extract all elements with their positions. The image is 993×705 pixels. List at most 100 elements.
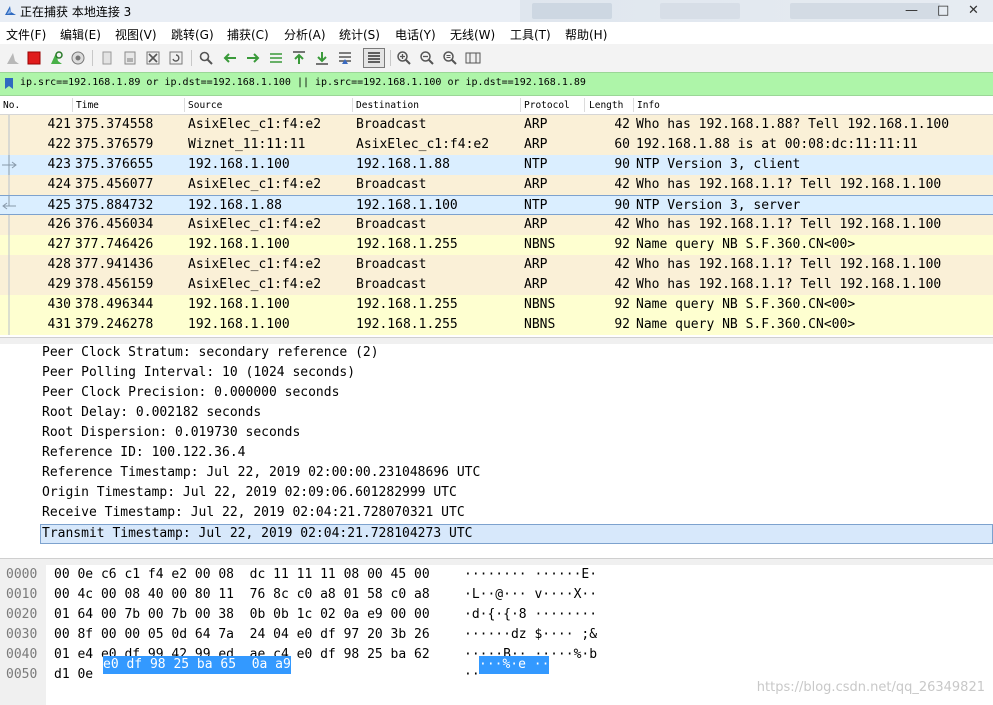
capture-options-icon[interactable] <box>70 50 86 66</box>
autoscroll-icon[interactable] <box>337 50 353 66</box>
last-packet-icon[interactable] <box>314 50 330 66</box>
goto-packet-icon[interactable] <box>268 50 284 66</box>
highlighted-bytes-ascii[interactable]: ···%·e ·· <box>479 656 550 674</box>
row-gutter <box>0 315 18 335</box>
packet-source: 192.168.1.88 <box>188 198 282 213</box>
detail-field-text: Receive Timestamp: Jul 22, 2019 02:04:21… <box>42 505 465 520</box>
packet-protocol: NBNS <box>524 297 556 312</box>
restart-icon[interactable] <box>48 50 64 66</box>
back-arrow-icon[interactable] <box>222 50 238 66</box>
column-header-source[interactable]: Source <box>188 100 222 111</box>
detail-field-text: Peer Clock Precision: 0.000000 seconds <box>42 385 340 400</box>
packet-row[interactable]: 427 377.746426 192.168.1.100 192.168.1.255 N… <box>0 235 993 255</box>
packet-time: 375.374558 <box>75 117 154 132</box>
column-header-info[interactable]: Info <box>637 100 660 111</box>
packet-row[interactable]: 430 378.496344 192.168.1.100 192.168.1.255 N… <box>0 295 993 315</box>
detail-field-text: Origin Timestamp: Jul 22, 2019 02:09:06.… <box>42 485 457 500</box>
packet-info: NTP Version 3, server <box>636 198 801 213</box>
column-header-length[interactable]: Length <box>589 100 623 111</box>
row-gutter <box>0 275 18 295</box>
packet-row[interactable]: 422 375.376579 Wiznet_11:11:11 AsixElec_c1:… <box>0 135 993 155</box>
packet-row[interactable]: 421 375.374558 AsixElec_c1:f4:e2 Broadcast A… <box>0 115 993 135</box>
close-file-icon[interactable] <box>145 50 161 66</box>
byte-ascii[interactable]: ······dz $···· ;& <box>464 627 597 647</box>
byte-ascii[interactable]: ·d·{·{·8 ········ <box>464 607 597 627</box>
byte-ascii[interactable]: ········ ······E· <box>464 567 597 587</box>
zoom-normal-icon[interactable] <box>442 50 458 66</box>
packet-row[interactable]: 426 376.456034 AsixElec_c1:f4:e2 Broadcast A… <box>0 215 993 235</box>
packet-row[interactable]: 425 375.884732 192.168.1.88 192.168.1.100 NT… <box>0 195 993 215</box>
menu-help[interactable]: 帮助(H) <box>565 26 607 43</box>
menu-view[interactable]: 视图(V) <box>115 26 157 43</box>
packet-row[interactable]: 424 375.456077 AsixElec_c1:f4:e2 Broadcast A… <box>0 175 993 195</box>
menu-wireless[interactable]: 无线(W) <box>450 26 495 43</box>
packet-list: No. Time Source Destination Protocol Len… <box>0 96 993 337</box>
packet-info: NTP Version 3, client <box>636 157 801 172</box>
stop-icon[interactable] <box>26 50 42 66</box>
menu-capture[interactable]: 捕获(C) <box>227 26 269 43</box>
row-gutter <box>0 115 18 135</box>
background-window-strip <box>520 0 993 22</box>
open-file-icon[interactable] <box>99 50 115 66</box>
zoom-out-icon[interactable] <box>419 50 435 66</box>
detail-field-text: Reference ID: 100.122.36.4 <box>42 445 246 460</box>
menu-telephony[interactable]: 电话(Y) <box>395 26 436 43</box>
find-icon[interactable] <box>198 50 214 66</box>
column-header-time[interactable]: Time <box>76 100 99 111</box>
menu-statistics[interactable]: 统计(S) <box>339 26 380 43</box>
packet-length: 90 <box>614 198 630 213</box>
column-header-destination[interactable]: Destination <box>356 100 419 111</box>
packet-time: 375.376579 <box>75 137 154 152</box>
packet-source: AsixElec_c1:f4:e2 <box>188 217 322 232</box>
packet-length: 42 <box>614 277 630 292</box>
forward-arrow-icon[interactable] <box>245 50 261 66</box>
byte-hex[interactable]: d1 0e <box>54 667 93 687</box>
menu-bar: 文件(F) 编辑(E) 视图(V) 跳转(G) 捕获(C) 分析(A) 统计(S… <box>0 22 993 44</box>
colorize-icon[interactable] <box>363 48 385 68</box>
first-packet-icon[interactable] <box>291 50 307 66</box>
detail-field[interactable]: Transmit Timestamp: Jul 22, 2019 02:04:2… <box>40 524 993 544</box>
menu-go[interactable]: 跳转(G) <box>171 26 214 43</box>
detail-field-text: Peer Clock Stratum: secondary reference … <box>42 345 379 360</box>
display-filter-input[interactable]: ip.src==192.168.1.89 or ip.dst==192.168.… <box>20 77 586 88</box>
packet-number: 425 <box>47 198 71 213</box>
packet-length: 42 <box>614 217 630 232</box>
bookmark-icon[interactable] <box>4 77 14 90</box>
menu-tools[interactable]: 工具(T) <box>510 26 551 43</box>
save-file-icon[interactable] <box>122 50 138 66</box>
shark-fin-start-icon[interactable] <box>5 50 21 66</box>
byte-hex[interactable]: 01 64 00 7b 00 7b 00 38 0b 0b 1c 02 0a e… <box>54 607 430 627</box>
packet-details-pane: Peer Clock Stratum: secondary reference … <box>0 344 993 558</box>
packet-row[interactable]: 431 379.246278 192.168.1.100 192.168.1.255 N… <box>0 315 993 335</box>
byte-hex[interactable]: 00 0e c6 c1 f4 e2 00 08 dc 11 11 11 08 0… <box>54 567 430 587</box>
byte-ascii[interactable]: ·· <box>464 667 480 687</box>
packet-number: 421 <box>47 117 71 132</box>
highlighted-bytes-hex[interactable]: e0 df 98 25 ba 65 0a a9 <box>103 656 291 674</box>
menu-analyze[interactable]: 分析(A) <box>284 26 326 43</box>
column-header-no[interactable]: No. <box>3 100 20 111</box>
menu-file[interactable]: 文件(F) <box>6 26 46 43</box>
packet-length: 92 <box>614 297 630 312</box>
packet-row[interactable]: 423 375.376655 192.168.1.100 192.168.1.88 NT… <box>0 155 993 175</box>
resize-columns-icon[interactable] <box>465 50 481 66</box>
minimize-button[interactable]: — <box>905 3 918 18</box>
detail-field-text: Reference Timestamp: Jul 22, 2019 02:00:… <box>42 465 481 480</box>
zoom-in-icon[interactable] <box>396 50 412 66</box>
byte-hex[interactable]: 00 4c 00 08 40 00 80 11 76 8c c0 a8 01 5… <box>54 587 430 607</box>
column-header-protocol[interactable]: Protocol <box>524 100 570 111</box>
byte-hex[interactable]: 00 8f 00 00 05 0d 64 7a 24 04 e0 df 97 2… <box>54 627 430 647</box>
packet-destination: Broadcast <box>356 257 427 272</box>
menu-edit[interactable]: 编辑(E) <box>60 26 101 43</box>
packet-info: Name query NB S.F.360.CN<00> <box>636 237 856 252</box>
byte-ascii[interactable]: ·L··@··· v····X·· <box>464 587 597 607</box>
reload-icon[interactable] <box>168 50 184 66</box>
packet-row[interactable]: 429 378.456159 AsixElec_c1:f4:e2 Broadcast A… <box>0 275 993 295</box>
close-button[interactable]: ✕ <box>968 3 979 18</box>
packet-info: 192.168.1.88 is at 00:08:dc:11:11:11 <box>636 137 918 152</box>
packet-row[interactable]: 428 377.941436 AsixElec_c1:f4:e2 Broadcast A… <box>0 255 993 275</box>
packet-length: 60 <box>614 137 630 152</box>
packet-info: Name query NB S.F.360.CN<00> <box>636 317 856 332</box>
detail-field-text: Peer Polling Interval: 10 (1024 seconds) <box>42 365 356 380</box>
restore-button[interactable]: □ <box>937 3 949 18</box>
packet-protocol: ARP <box>524 217 548 232</box>
